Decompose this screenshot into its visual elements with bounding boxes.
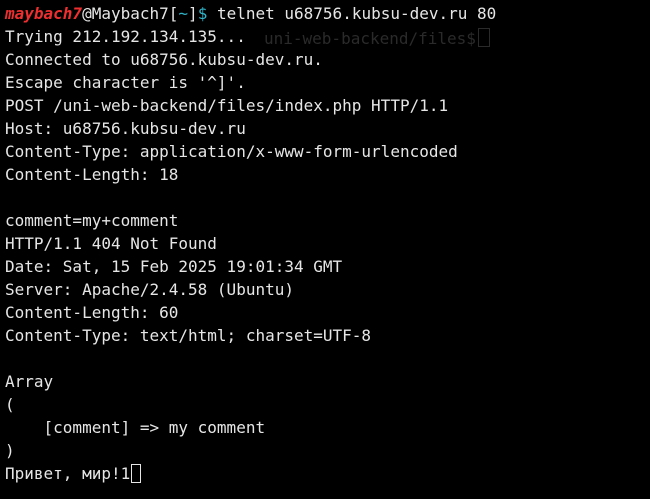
prompt-command: telnet u68756.kubsu-dev.ru 80 [207, 4, 497, 23]
output-line: Escape character is '^]'. [5, 73, 246, 92]
prompt-symbol: $ [197, 4, 208, 23]
output-line: Content-Length: 18 [5, 165, 179, 184]
input-line[interactable]: Привет, мир!1 [5, 462, 650, 485]
terminal-window[interactable]: uni-web-backend/files$ maybach7@Maybach7… [5, 2, 650, 499]
output-line: Trying 212.192.134.135... [5, 27, 246, 46]
prompt-line: maybach7@Maybach7[~]$ telnet u68756.kubs… [5, 2, 650, 25]
output-line: Content-Type: application/x-www-form-url… [5, 142, 458, 161]
text-cursor [131, 464, 142, 483]
output-line: [comment] => my comment [5, 418, 266, 437]
output-line: Server: Apache/2.4.58 (Ubuntu) [5, 280, 294, 299]
prompt-cwd: ~ [178, 4, 189, 23]
output-line: Array [5, 372, 54, 391]
prompt-at: @ [82, 4, 92, 23]
output-line: Connected to u68756.kubsu-dev.ru. [5, 50, 323, 69]
prompt-host: Maybach7 [91, 4, 169, 23]
output-line: Content-Type: text/html; charset=UTF-8 [5, 326, 372, 345]
output-line: ) [5, 441, 15, 460]
output-line: HTTP/1.1 404 Not Found [5, 234, 217, 253]
prompt-close-bracket: ] [188, 4, 198, 23]
output-line: Content-Length: 60 [5, 303, 179, 322]
output-line: comment=my+comment [5, 211, 179, 230]
output-line: Host: u68756.kubsu-dev.ru [5, 119, 246, 138]
output-line: POST /uni-web-backend/files/index.php HT… [5, 96, 449, 115]
prompt-user: maybach7 [5, 4, 83, 23]
prompt-open-bracket: [ [168, 4, 179, 23]
input-text: Привет, мир!1 [5, 464, 131, 483]
output-line: Date: Sat, 15 Feb 2025 19:01:34 GMT [5, 257, 343, 276]
output-line: ( [5, 395, 15, 414]
